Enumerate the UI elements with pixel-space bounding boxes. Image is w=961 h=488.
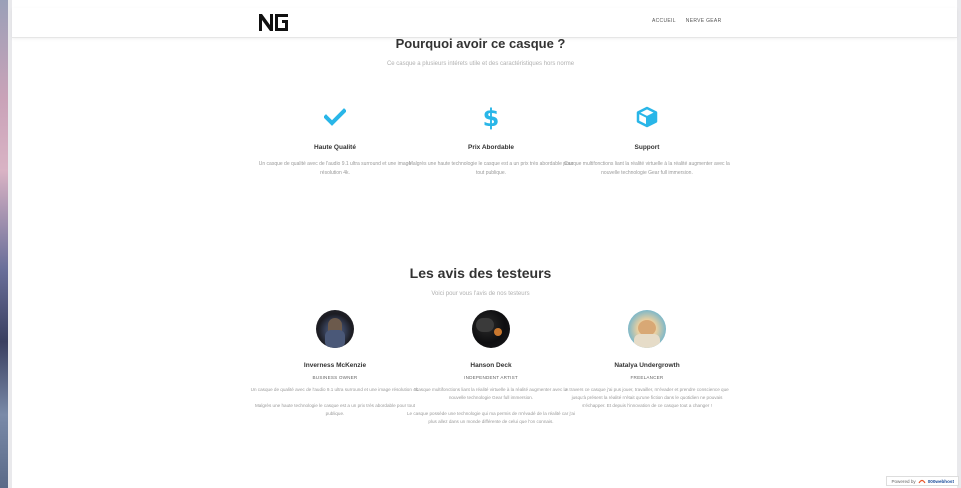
why-title: Pourquoi avoir ce casque ?	[395, 36, 566, 51]
tester-name: Inverness McKenzie	[303, 362, 367, 369]
tester-quote: Le casque possède une technologie qui ma…	[407, 411, 575, 424]
reviews-title: Les avis des testeurs	[409, 265, 552, 281]
reviews-subtitle: Voici pour vous l'avis de nos testeurs	[431, 291, 530, 297]
feature-text: Casque multifonctions liant la réalité v…	[564, 161, 730, 176]
tester-quote: A travers ce casque j'ai pus jouer, trav…	[565, 387, 729, 408]
tester-quote: Malgrès une haute technologie le casque …	[254, 403, 416, 416]
ng-logo[interactable]	[258, 11, 290, 33]
tester-name: Natalya Undergrowth	[614, 362, 680, 369]
feature-title: Haute Qualité	[314, 144, 356, 151]
webhost-logo-icon	[918, 479, 926, 484]
svg-text:$: $	[483, 104, 500, 130]
avatar	[628, 310, 666, 348]
left-decorative-strip	[0, 0, 8, 488]
powered-by-badge[interactable]: Powered by 000webhost	[886, 476, 959, 486]
feature-text: Malgrès une haute technologie le casque …	[408, 161, 574, 176]
nav-link-accueil[interactable]: ACCUEIL	[652, 18, 676, 24]
dollar-icon: $	[406, 104, 576, 130]
tester-card: Inverness McKenzie BUSINESS OWNER Un cas…	[250, 310, 420, 418]
tester-quote: Casque multifonctions liant la réalité v…	[414, 387, 568, 400]
tester-card: Natalya Undergrowth FREELANCER A travers…	[562, 310, 732, 410]
why-subtitle: Ce casque a plusieurs intérets utile et …	[386, 61, 575, 67]
powered-by-brand: 000webhost	[927, 478, 954, 484]
tester-name: Hanson Deck	[470, 362, 512, 369]
avatar	[316, 310, 354, 348]
powered-by-label: Powered by	[891, 478, 916, 484]
tester-role: INDEPENDENT ARTIST	[464, 375, 518, 380]
nav-link-nerve-gear[interactable]: NERVE GEAR	[686, 18, 722, 24]
feature-support: Support Casque multifonctions liant la r…	[562, 104, 732, 178]
right-page-edge	[957, 0, 961, 488]
nav-links: ACCUEIL NERVE GEAR	[652, 18, 721, 24]
feature-price: $ Prix Abordable Malgrès une haute techn…	[406, 104, 576, 178]
tester-role: FREELANCER	[630, 375, 664, 380]
feature-title: Prix Abordable	[468, 144, 514, 151]
avatar	[472, 310, 510, 348]
feature-title: Support	[634, 144, 660, 151]
tester-card: Hanson Deck INDEPENDENT ARTIST Casque mu…	[406, 310, 576, 426]
cube-icon	[562, 104, 732, 130]
checkmark-icon	[250, 104, 420, 130]
left-page-edge	[8, 0, 12, 488]
feature-text: Un casque de qualité avec de l'audio 9.1…	[258, 161, 412, 176]
tester-role: BUSINESS OWNER	[312, 375, 358, 380]
feature-quality: Haute Qualité Un casque de qualité avec …	[250, 104, 420, 178]
tester-quote: Un casque de qualité avec de l'audio 9.1…	[250, 387, 420, 392]
navbar: ACCUEIL NERVE GEAR	[12, 8, 957, 38]
